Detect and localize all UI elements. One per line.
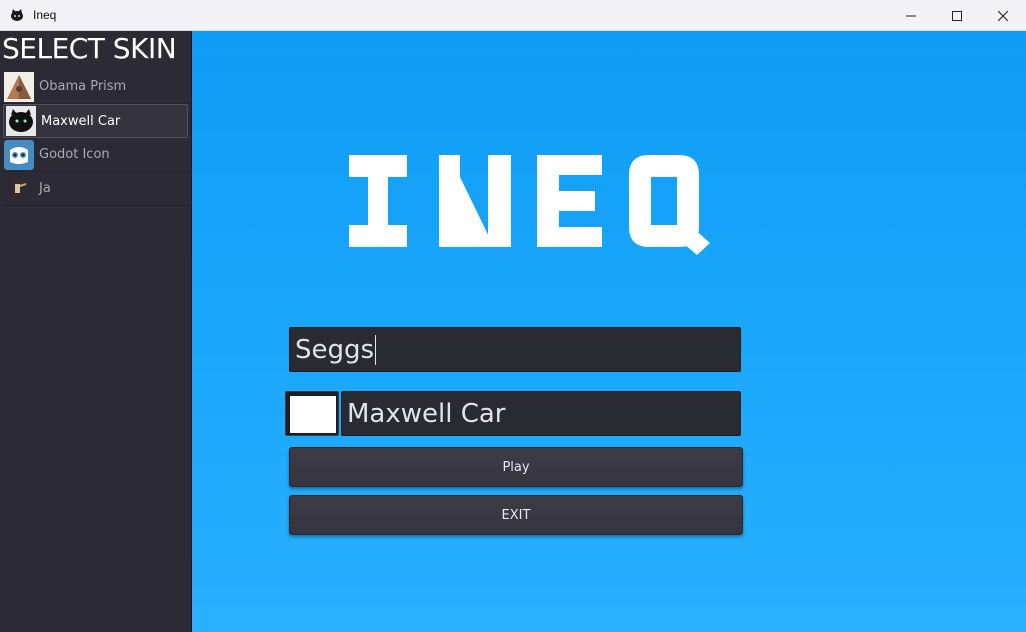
app-icon [11,9,23,21]
player-name-input[interactable]: Seggs [289,327,741,372]
skin-item-label: Obama Prism [39,79,127,94]
close-button[interactable] [980,0,1026,31]
selected-skin-row: Maxwell Car [285,391,741,436]
sidebar-title: SELECT SKIN [2,32,177,65]
window-titlebar: Ineq [0,0,1026,31]
godot-icon-thumbnail-icon [4,139,34,170]
skin-item-label: Ja [39,181,51,196]
maxwell-car-thumbnail-icon [6,106,36,136]
main-menu: Seggs Maxwell Car Play EXIT [192,31,1026,632]
minimize-button[interactable] [888,0,934,31]
exit-button[interactable]: EXIT [289,495,743,535]
player-name-value: Seggs [295,334,375,365]
skin-item-label: Maxwell Car [41,113,121,129]
ineq-logo [349,155,710,255]
text-caret [375,334,377,365]
selected-skin-name: Maxwell Car [341,391,741,436]
minimize-icon [906,15,916,16]
skin-preview [285,391,339,436]
skin-list: Obama Prism Maxwell Car Godot Icon Ja [2,70,190,206]
maximize-button[interactable] [934,0,980,31]
play-button[interactable]: Play [289,447,743,487]
skin-item-obama-prism[interactable]: Obama Prism [2,70,190,104]
skin-item-godot-icon[interactable]: Godot Icon [2,138,190,172]
obama-prism-thumbnail-icon [4,71,34,102]
skin-item-maxwell-car[interactable]: Maxwell Car [3,104,188,138]
skin-preview-swatch [290,396,336,433]
ja-thumbnail-icon [11,177,27,201]
skin-item-ja[interactable]: Ja [2,172,190,206]
skin-item-label: Godot Icon [39,147,110,162]
skin-sidebar: SELECT SKIN Obama Prism Maxwell Car Godo… [0,31,192,632]
close-icon [998,10,1008,21]
maximize-icon [952,10,962,21]
window-title: Ineq [33,8,57,22]
